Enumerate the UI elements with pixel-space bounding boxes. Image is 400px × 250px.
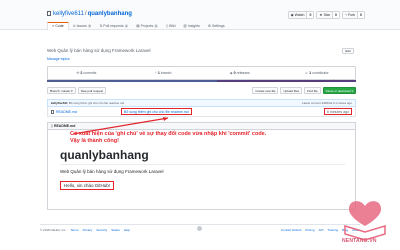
- footer-link-api[interactable]: API: [319, 228, 324, 232]
- footer-link-security[interactable]: Security: [96, 228, 107, 232]
- readme-divider: [60, 164, 345, 165]
- readme-paragraph: Web Quản lý bán hàng sử dụng Framework L…: [60, 169, 164, 174]
- footer-link-training[interactable]: Training: [327, 228, 338, 232]
- annotation-note: Có xuất hiện của 'ghi chú' về sự thay đổ…: [70, 131, 370, 145]
- annotation-line-1: Có xuất hiện của 'ghi chú' về sự thay đổ…: [70, 131, 267, 137]
- book-heart-watermark-icon: [344, 201, 386, 241]
- footer-link-help[interactable]: Help: [124, 228, 130, 232]
- github-logo-icon[interactable]: [197, 226, 202, 231]
- footer-link-pricing[interactable]: Pricing: [305, 228, 314, 232]
- watermark-text: NENTANG.VN: [342, 238, 377, 244]
- footer-link-status[interactable]: Status: [111, 228, 120, 232]
- footer-copyright: © 2018 GitHub, Inc.: [40, 227, 67, 232]
- footer-link-contact[interactable]: Contact GitHub: [281, 228, 302, 232]
- footer-link-terms[interactable]: Terms: [70, 228, 78, 232]
- readme-hello-text: Hello, xin chào GitHub!: [60, 181, 115, 190]
- annotation-line-2: Vậy là thành công!: [70, 138, 119, 144]
- readme-title: quanlybanhang: [60, 148, 149, 162]
- footer-link-privacy[interactable]: Privacy: [83, 228, 93, 232]
